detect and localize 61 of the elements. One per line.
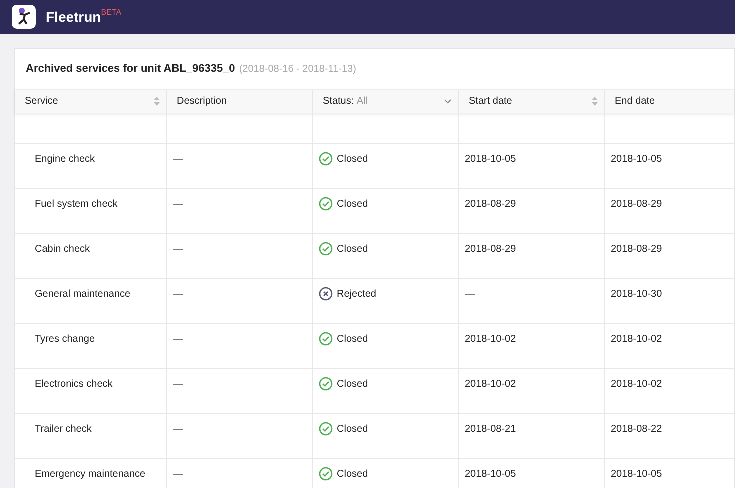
table-cell: —	[173, 289, 183, 300]
column-header[interactable]: Status: All	[312, 90, 458, 113]
column-header[interactable]: Start date	[458, 90, 604, 113]
table-cell: 2018-08-22	[611, 424, 662, 435]
check-circle-icon	[319, 332, 333, 346]
status-label: Closed	[337, 154, 368, 165]
table-cell: —	[173, 424, 183, 435]
status-label: Closed	[337, 199, 368, 210]
table-cell: —	[173, 469, 183, 480]
table-cell: 2018-10-05	[465, 469, 516, 480]
column-header[interactable]: Service	[15, 90, 166, 113]
table-cell: 2018-10-02	[611, 379, 662, 390]
column-header[interactable]: End date	[604, 90, 734, 113]
table-cell: Electronics check	[35, 379, 113, 390]
table-cell: 2018-10-02	[611, 334, 662, 345]
table-cell: —	[173, 199, 183, 210]
table-cell: Fuel system check	[35, 199, 118, 210]
beta-label: BETA	[101, 8, 122, 17]
table-cell: 2018-08-21	[465, 424, 516, 435]
check-circle-icon	[319, 197, 333, 211]
check-circle-icon	[319, 467, 333, 481]
table-cell: —	[173, 334, 183, 345]
check-circle-icon	[319, 377, 333, 391]
table-cell: 2018-08-29	[465, 199, 516, 210]
table-cell: 2018-10-05	[611, 154, 662, 165]
status-label: Closed	[337, 244, 368, 255]
table-cell: Emergency maintenance	[35, 469, 146, 480]
status-label: Rejected	[337, 289, 376, 300]
table-cell: Engine check	[35, 154, 96, 165]
table-cell: 2018-10-05	[611, 469, 662, 480]
check-circle-icon	[319, 242, 333, 256]
table-cell: 2018-08-29	[611, 199, 662, 210]
table-cell: 2018-10-05	[465, 154, 516, 165]
table-cell: 2018-08-29	[465, 244, 516, 255]
table-cell: —	[173, 244, 183, 255]
logo-icon	[12, 5, 36, 29]
table-cell: Tyres change	[35, 334, 96, 345]
table-cell: Trailer check	[35, 424, 92, 435]
table-cell: 2018-10-30	[611, 289, 662, 300]
column-header[interactable]: Description	[166, 90, 312, 113]
cross-circle-icon	[319, 287, 333, 301]
status-label: Closed	[337, 334, 368, 345]
sort-icon	[592, 97, 598, 106]
chevron-down-icon	[444, 99, 452, 104]
table-cell: 2018-10-02	[465, 334, 516, 345]
status-label: Closed	[337, 379, 368, 390]
status-label: Closed	[337, 469, 368, 480]
date-range: (2018-08-16 - 2018-11-13)	[239, 64, 356, 74]
table-cell: 2018-10-02	[465, 379, 516, 390]
card-title: Archived services for unit ABL_96335_0	[26, 63, 236, 75]
table-cell: 2018-08-29	[611, 244, 662, 255]
app-name: Fleetrun	[46, 9, 102, 25]
table-cell: —	[173, 379, 183, 390]
check-circle-icon	[319, 152, 333, 166]
sort-icon	[154, 97, 160, 106]
table-cell: Cabin check	[35, 244, 90, 255]
table-cell: —	[173, 154, 183, 165]
check-circle-icon	[319, 422, 333, 436]
status-label: Closed	[337, 424, 368, 435]
table-cell: General maintenance	[35, 289, 131, 300]
table-cell: —	[465, 289, 475, 300]
